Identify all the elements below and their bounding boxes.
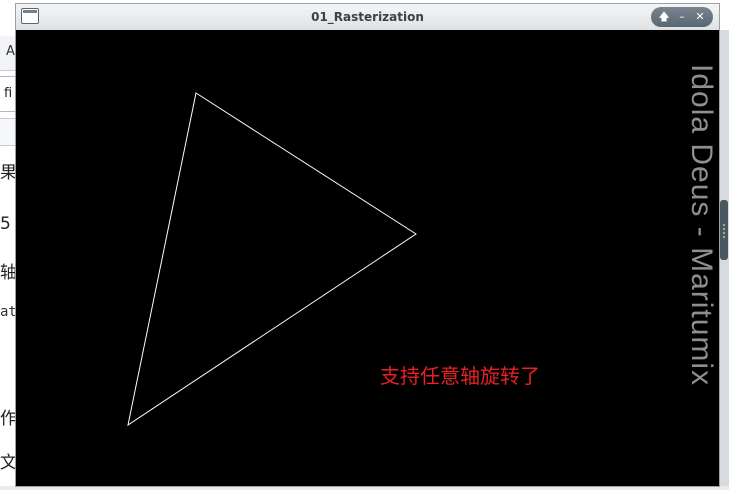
triangle-canvas-svg	[127, 92, 417, 427]
window-title: 01_Rasterization	[311, 10, 424, 24]
background-text-fragment: 果	[0, 163, 17, 183]
maximize-button[interactable]: 🡅	[656, 9, 672, 25]
background-text-fragment: 文	[0, 453, 17, 473]
overlay-caption: 支持任意轴旋转了	[380, 364, 540, 388]
background-text-fragment: 作	[0, 409, 17, 429]
close-button[interactable]: ✕	[692, 9, 708, 25]
watermark-text: Idola Deus - Maritumix	[685, 64, 718, 387]
background-text-fragment: 轴	[0, 263, 17, 283]
rendered-triangle	[127, 92, 417, 427]
window-titlebar[interactable]: 01_Rasterization 🡅 – ✕	[16, 4, 719, 31]
background-text-fragment: at	[0, 304, 17, 320]
background-input-text: fi	[4, 86, 13, 101]
background-text-fragment: 5	[0, 214, 11, 234]
window-controls: 🡅 – ✕	[651, 7, 713, 27]
minimize-button[interactable]: –	[674, 9, 690, 25]
scroll-grip-icon	[723, 224, 725, 238]
rasterization-window: 01_Rasterization 🡅 – ✕ 支持任意轴旋转了	[16, 4, 719, 486]
render-canvas[interactable]: 支持任意轴旋转了	[16, 30, 719, 486]
background-tab-label[interactable]: A	[6, 44, 15, 59]
